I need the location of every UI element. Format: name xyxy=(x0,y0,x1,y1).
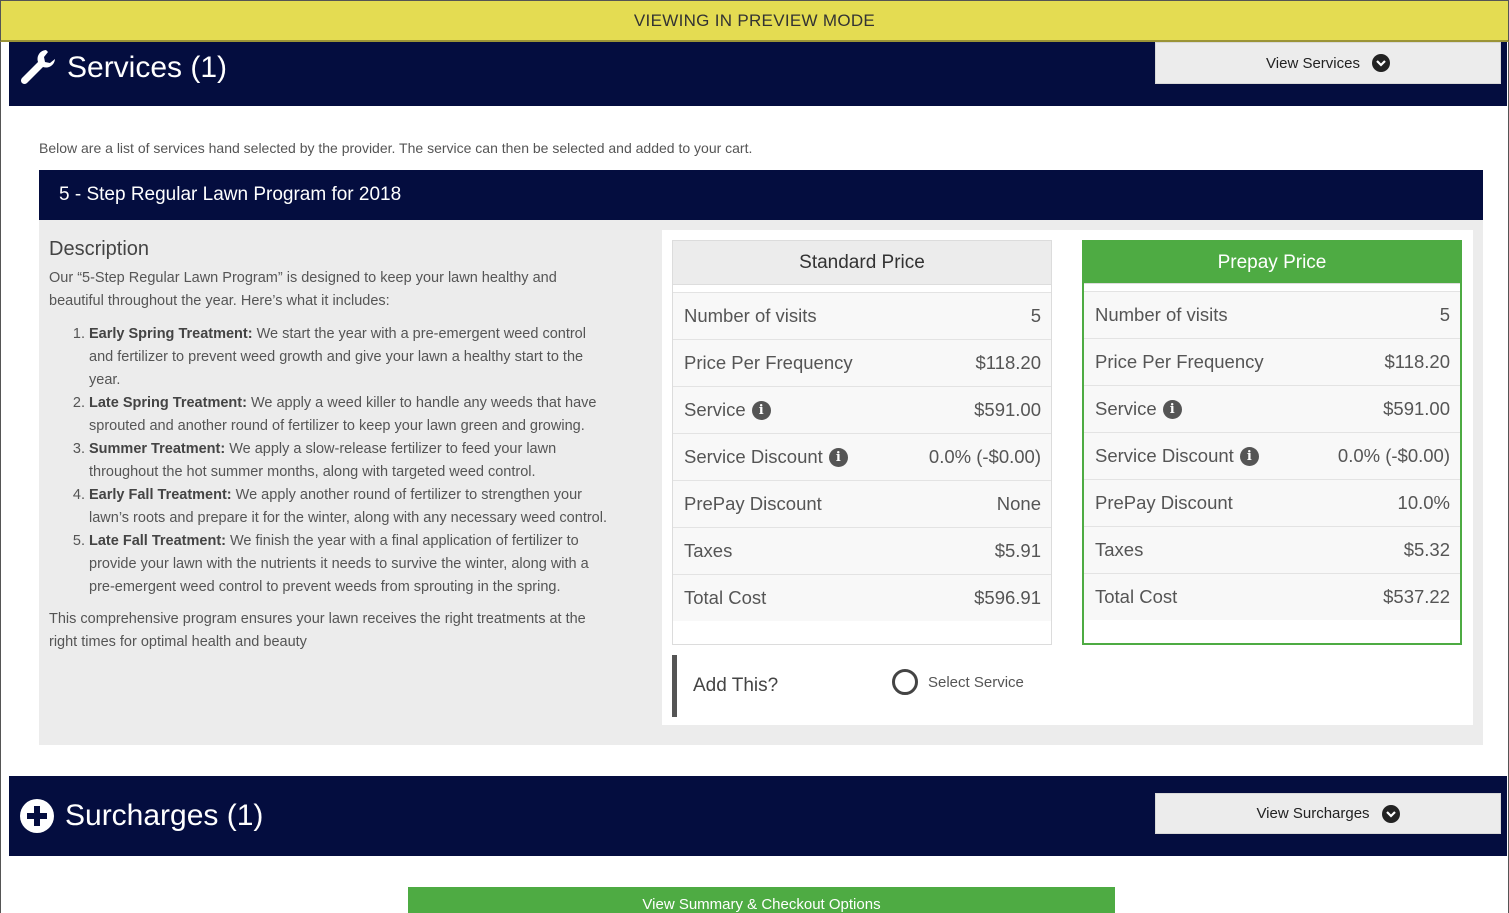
row-value: $5.32 xyxy=(1403,539,1450,560)
row-label-text: Service xyxy=(1095,398,1157,419)
row-value: None xyxy=(996,493,1041,514)
table-row: Service i $591.00 xyxy=(1084,385,1460,432)
row-label: Total Cost xyxy=(1095,586,1178,607)
program-title: 5 - Step Regular Lawn Program for 2018 xyxy=(39,170,1483,220)
row-label: Total Cost xyxy=(684,587,767,608)
step-title: Early Fall Treatment: xyxy=(89,487,232,503)
list-item: Late Spring Treatment: We apply a weed k… xyxy=(89,392,614,438)
row-label-text: Service Discount xyxy=(684,446,823,467)
standard-price-title: Standard Price xyxy=(673,241,1051,285)
standard-price-card[interactable]: Standard Price Number of visits 5 Price P… xyxy=(672,240,1052,645)
table-row: Number of visits 5 xyxy=(1084,291,1460,338)
wrench-icon xyxy=(19,48,57,88)
add-this-label: Add This? xyxy=(693,675,779,696)
table-row: Service Discount i 0.0% (-$0.00) xyxy=(1084,432,1460,479)
row-value: $596.91 xyxy=(974,587,1041,608)
pricing-panel: Standard Price Number of visits 5 Price P… xyxy=(662,230,1473,725)
table-row: Total Cost $596.91 xyxy=(673,574,1051,621)
row-label: PrePay Discount xyxy=(684,493,822,514)
select-service-option[interactable]: Select Service xyxy=(892,669,1024,695)
row-label: PrePay Discount xyxy=(1095,492,1233,513)
row-label: Taxes xyxy=(1095,539,1144,560)
list-item: Summer Treatment: We apply a slow-releas… xyxy=(89,438,614,484)
view-surcharges-label: View Surcharges xyxy=(1256,805,1370,822)
plus-circle-icon xyxy=(19,798,55,834)
info-icon[interactable]: i xyxy=(1239,446,1259,466)
row-label: Taxes xyxy=(684,540,733,561)
row-value: $591.00 xyxy=(1383,398,1450,419)
row-label-text: Service Discount xyxy=(1095,445,1234,466)
view-surcharges-button[interactable]: View Surcharges xyxy=(1155,793,1501,834)
table-row: Taxes $5.91 xyxy=(673,527,1051,574)
row-label: Service Discount i xyxy=(1095,445,1259,467)
description-heading: Description xyxy=(49,238,150,260)
row-label: Service i xyxy=(684,399,771,421)
surcharges-title: Surcharges (1) xyxy=(19,794,263,838)
step-title: Summer Treatment: xyxy=(89,441,226,457)
table-row: Taxes $5.32 xyxy=(1084,526,1460,573)
row-value: 0.0% (-$0.00) xyxy=(1337,445,1450,466)
preview-mode-banner: VIEWING IN PREVIEW MODE xyxy=(0,0,1509,42)
services-intro-text: Below are a list of services hand select… xyxy=(39,140,753,156)
table-row: PrePay Discount 10.0% xyxy=(1084,479,1460,526)
row-label: Price Per Frequency xyxy=(1095,351,1264,372)
row-label: Number of visits xyxy=(684,305,817,326)
surcharges-header: Surcharges (1) View Surcharges xyxy=(9,776,1507,856)
description-outro: This comprehensive program ensures your … xyxy=(49,611,586,650)
table-row: Price Per Frequency $118.20 xyxy=(673,339,1051,386)
step-title: Early Spring Treatment: xyxy=(89,326,253,342)
row-label: Service i xyxy=(1095,398,1182,420)
description-intro: Our “5-Step Regular Lawn Program” is des… xyxy=(49,270,557,309)
row-value: $537.22 xyxy=(1383,586,1450,607)
row-value: $118.20 xyxy=(1384,351,1451,372)
row-value: $5.91 xyxy=(994,540,1041,561)
view-summary-checkout-button[interactable]: View Summary & Checkout Options xyxy=(408,887,1115,913)
view-services-label: View Services xyxy=(1266,54,1360,72)
info-icon[interactable]: i xyxy=(828,447,848,467)
program-description: Description Our “5-Step Regular Lawn Pro… xyxy=(49,238,614,654)
table-row: PrePay Discount None xyxy=(673,480,1051,527)
row-value: $118.20 xyxy=(975,352,1042,373)
view-services-button[interactable]: View Services xyxy=(1155,42,1501,84)
prepay-price-card[interactable]: Prepay Price Number of visits 5 Price Per… xyxy=(1082,240,1462,645)
table-row: Total Cost $537.22 xyxy=(1084,573,1460,620)
table-row: Number of visits 5 xyxy=(673,292,1051,339)
list-item: Early Spring Treatment: We start the yea… xyxy=(89,323,614,392)
surcharges-title-text: Surcharges (1) xyxy=(65,799,264,832)
row-label: Service Discount i xyxy=(684,446,848,468)
row-label: Number of visits xyxy=(1095,304,1228,325)
select-service-radio[interactable] xyxy=(892,669,918,695)
program-body: Description Our “5-Step Regular Lawn Pro… xyxy=(39,220,1483,745)
row-label-text: Service xyxy=(684,399,746,420)
services-title-text: Services (1) xyxy=(67,51,228,84)
info-icon[interactable]: i xyxy=(1162,399,1182,419)
chevron-down-icon xyxy=(1381,804,1400,823)
row-value: 10.0% xyxy=(1397,492,1450,513)
info-icon[interactable]: i xyxy=(751,400,771,420)
services-header: Services (1) View Services xyxy=(9,42,1507,106)
row-value: 0.0% (-$0.00) xyxy=(928,446,1041,467)
list-item: Late Fall Treatment: We finish the year … xyxy=(89,530,614,599)
prepay-price-title: Prepay Price xyxy=(1084,242,1460,284)
list-item: Early Fall Treatment: We apply another r… xyxy=(89,484,614,530)
row-value: 5 xyxy=(1439,304,1450,325)
services-title: Services (1) xyxy=(19,46,227,90)
step-title: Late Spring Treatment: xyxy=(89,395,247,411)
row-value: 5 xyxy=(1030,305,1041,326)
chevron-down-icon xyxy=(1371,54,1390,72)
step-title: Late Fall Treatment: xyxy=(89,533,226,549)
treatment-steps: Early Spring Treatment: We start the yea… xyxy=(49,323,614,599)
select-service-label: Select Service xyxy=(928,673,1024,691)
add-this-row: Add This? Select Service xyxy=(672,655,1462,717)
table-row: Service Discount i 0.0% (-$0.00) xyxy=(673,433,1051,480)
table-row: Price Per Frequency $118.20 xyxy=(1084,338,1460,385)
row-label: Price Per Frequency xyxy=(684,352,853,373)
row-value: $591.00 xyxy=(974,399,1041,420)
table-row: Service i $591.00 xyxy=(673,386,1051,433)
